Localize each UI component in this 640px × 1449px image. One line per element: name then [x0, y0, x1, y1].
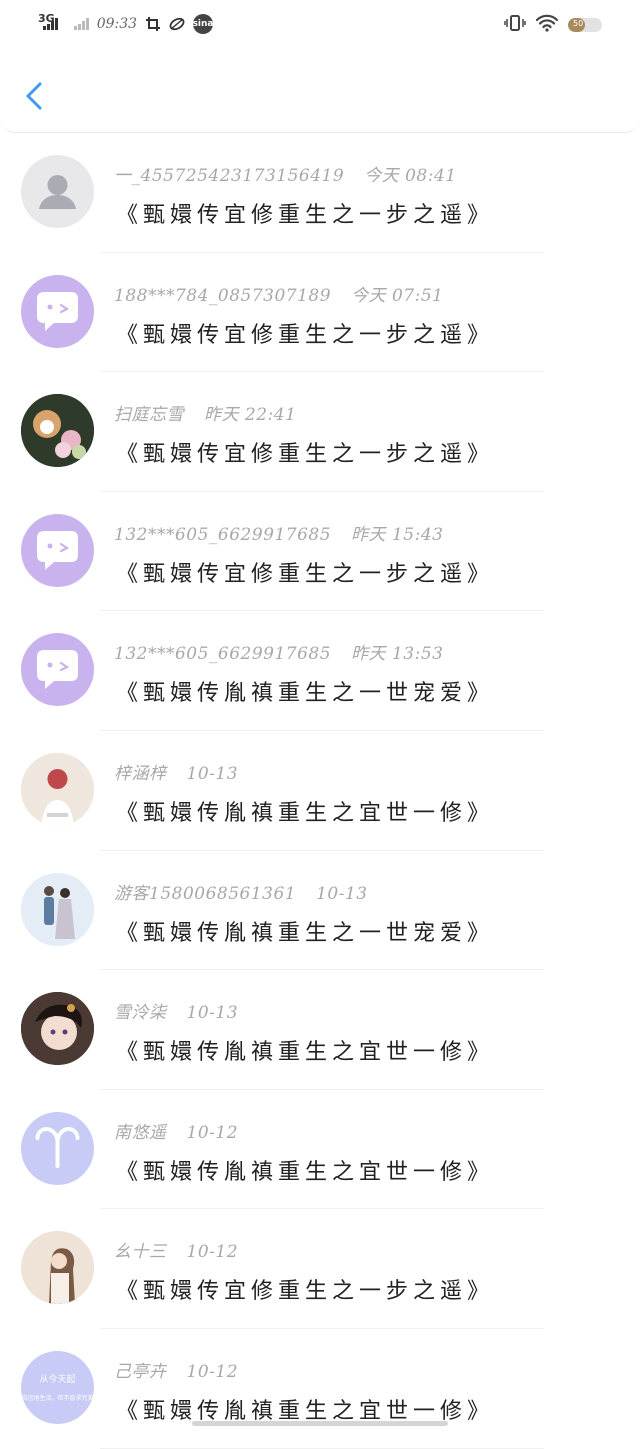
username: 一_455725423173156419	[114, 166, 345, 186]
avatar[interactable]	[21, 155, 94, 228]
list-item[interactable]: 188***784_0857307189 今天 07:51 《甄嬛传宜修重生之一步之…	[0, 253, 640, 373]
book-title[interactable]: 《甄嬛传胤禛重生之宜世一修》	[116, 795, 494, 827]
item-meta: 132***605_6629917685 昨天 13:53	[114, 639, 443, 664]
list-item[interactable]: 一_455725423173156419 今天 08:41 《甄嬛传宜修重生之一步之…	[0, 133, 640, 253]
book-title[interactable]: 《甄嬛传宜修重生之一步之遥》	[116, 197, 494, 229]
username: 132***605_6629917685	[114, 644, 332, 665]
item-meta: 一_455725423173156419 今天 08:41	[114, 161, 457, 186]
vibrate-icon	[504, 14, 526, 36]
timestamp: 10-13	[186, 1003, 239, 1024]
sina-icon: sina	[193, 14, 214, 34]
battery-text: 50	[573, 19, 584, 28]
girl-photo-icon	[21, 752, 94, 826]
back-button[interactable]	[18, 76, 54, 116]
chat-bubble-icon	[37, 650, 78, 690]
avatar[interactable]	[21, 633, 94, 707]
item-meta: 南悠遥 10-12	[114, 1118, 238, 1143]
timestamp: 10-12	[186, 1361, 239, 1382]
home-indicator[interactable]	[192, 1421, 448, 1426]
list-item[interactable]: 南悠遥 10-12 《甄嬛传胤禛重生之宜世一修》	[0, 1090, 640, 1210]
list-item[interactable]: 游客1580068561361 10-13 《甄嬛传胤禛重生之一世宠爱》	[0, 851, 640, 971]
book-title[interactable]: 《甄嬛传胤禛重生之宜世一修》	[116, 1154, 494, 1186]
book-title[interactable]: 《甄嬛传宜修重生之一步之遥》	[116, 1273, 494, 1305]
chat-bubble-icon	[37, 291, 78, 331]
anime-photo-icon	[21, 992, 94, 1066]
avatar-text: 从今天起自信地生活，但不盲求完美	[21, 1351, 94, 1424]
chat-bubble-icon	[37, 530, 78, 570]
avatar[interactable]	[21, 1231, 94, 1305]
divider	[100, 1447, 544, 1449]
timestamp: 10-12	[186, 1122, 239, 1143]
chevron-left-icon	[26, 82, 42, 110]
book-title[interactable]: 《甄嬛传宜修重生之一步之遥》	[116, 436, 494, 468]
book-title[interactable]: 《甄嬛传胤禛重生之宜世一修》	[116, 1034, 494, 1066]
item-meta: 游客1580068561361 10-13	[114, 879, 368, 904]
username: 雪泠柒	[114, 1003, 167, 1024]
list-item[interactable]: 从今天起 自信地生活，但不盲求完美 己亭卉 10-12 《甄嬛传胤禛重生之宜世一修》	[0, 1329, 640, 1449]
list-item[interactable]: 132***605_6629917685 昨天 15:43 《甄嬛传宜修重生之一步之…	[0, 492, 640, 612]
default-person-icon	[39, 175, 76, 209]
timestamp: 今天 07:51	[351, 285, 444, 306]
book-title[interactable]: 《甄嬛传胤禛重生之一世宠爱》	[116, 675, 494, 707]
username: 扫庭忘雪	[114, 405, 184, 426]
avatar-text-line: 自信地生活，但不盲求完美	[21, 1395, 94, 1403]
avatar[interactable]	[21, 872, 94, 946]
username: 己亭卉	[114, 1361, 167, 1382]
avatar-text-line: 从今天起	[39, 1375, 76, 1386]
avatar[interactable]	[21, 394, 94, 468]
book-title[interactable]: 《甄嬛传胤禛重生之一世宠爱》	[116, 915, 494, 947]
timestamp: 10-12	[186, 1242, 239, 1263]
username: 幺十三	[114, 1242, 167, 1263]
status-time: 09:33	[96, 16, 138, 32]
item-meta: 扫庭忘雪 昨天 22:41	[114, 400, 296, 425]
timestamp: 今天 08:41	[364, 166, 457, 186]
timestamp: 昨天 15:43	[351, 524, 444, 545]
list-item[interactable]: 扫庭忘雪 昨天 22:41 《甄嬛传宜修重生之一步之遥》	[0, 372, 640, 492]
battery-icon: 50	[568, 18, 602, 32]
book-title[interactable]: 《甄嬛传宜修重生之一步之遥》	[116, 556, 494, 588]
wifi-icon	[535, 14, 559, 36]
timestamp: 10-13	[186, 763, 239, 784]
username: 南悠遥	[114, 1122, 167, 1143]
network-type: 3G	[38, 11, 55, 25]
timestamp: 昨天 22:41	[204, 405, 297, 426]
timestamp: 昨天 13:53	[351, 644, 444, 665]
avatar[interactable]	[21, 752, 94, 826]
crop-icon	[145, 16, 161, 32]
aries-sign-icon	[35, 1126, 80, 1168]
item-meta: 梓涵梓 10-13	[114, 759, 238, 784]
avatar[interactable]: 从今天起自信地生活，但不盲求完美	[21, 1350, 94, 1424]
reading-list: 一_455725423173156419 今天 08:41 《甄嬛传宜修重生之一步之…	[0, 133, 640, 1449]
item-meta: 幺十三 10-12	[114, 1237, 238, 1262]
list-item[interactable]: 雪泠柒 10-13 《甄嬛传胤禛重生之宜世一修》	[0, 970, 640, 1090]
username: 梓涵梓	[114, 763, 167, 784]
timestamp: 10-13	[316, 883, 368, 904]
avatar[interactable]	[21, 1111, 94, 1185]
list-item[interactable]: 132***605_6629917685 昨天 13:53 《甄嬛传胤禛重生之一世宠…	[0, 611, 640, 731]
list-item[interactable]: 幺十三 10-12 《甄嬛传宜修重生之一步之遥》	[0, 1209, 640, 1329]
item-meta: 188***784_0857307189 今天 07:51	[114, 281, 443, 306]
avatar[interactable]	[21, 274, 94, 348]
item-meta: 132***605_6629917685 昨天 15:43	[114, 520, 443, 545]
avatar[interactable]	[21, 513, 94, 587]
header	[0, 50, 640, 133]
book-title[interactable]: 《甄嬛传宜修重生之一步之遥》	[116, 317, 494, 349]
dog-photo-icon	[21, 394, 94, 468]
list-item[interactable]: 梓涵梓 10-13 《甄嬛传胤禛重生之宜世一修》	[0, 731, 640, 851]
woman-photo-icon	[21, 1231, 94, 1305]
item-meta: 己亭卉 10-12	[114, 1357, 238, 1382]
username: 132***605_6629917685	[114, 524, 332, 545]
username: 游客1580068561361	[114, 883, 297, 904]
leaf-icon	[169, 16, 185, 32]
signal-2-icon	[73, 18, 89, 30]
username: 188***784_0857307189	[114, 285, 332, 306]
status-bar: 3G 09:33 sina 50	[0, 0, 640, 50]
avatar[interactable]	[21, 992, 94, 1066]
item-meta: 雪泠柒 10-13	[114, 998, 238, 1023]
couple-photo-icon	[21, 872, 94, 946]
